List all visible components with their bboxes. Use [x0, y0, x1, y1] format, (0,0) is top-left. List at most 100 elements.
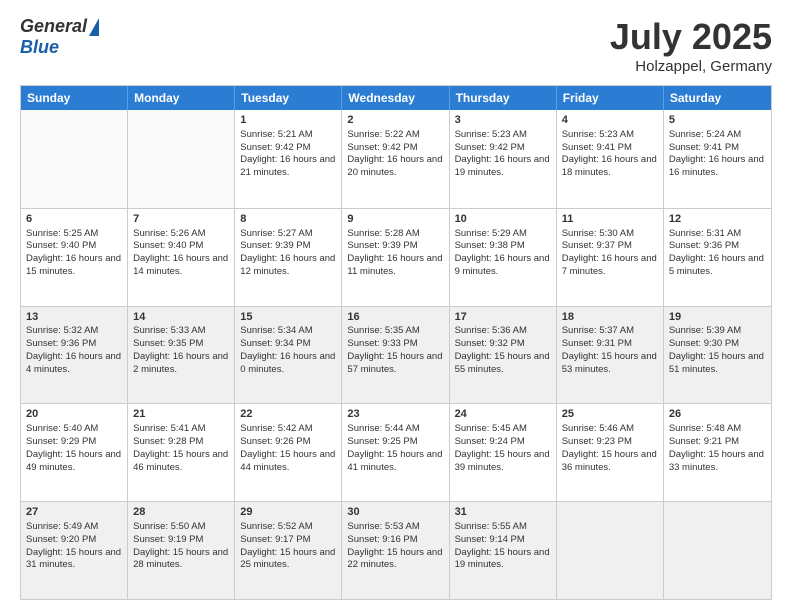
sunset-text: Sunset: 9:16 PM	[347, 534, 417, 545]
day-number: 28	[133, 505, 229, 520]
calendar-week-5: 27Sunrise: 5:49 AM Sunset: 9:20 PM Dayligh…	[21, 501, 771, 599]
sunrise-text: Sunrise: 5:45 AM	[455, 423, 527, 434]
sunset-text: Sunset: 9:31 PM	[562, 338, 632, 349]
daylight-text: Daylight: 16 hours and 11 minutes.	[347, 253, 442, 277]
sunset-text: Sunset: 9:17 PM	[240, 534, 310, 545]
calendar-cell: 5Sunrise: 5:24 AMSunset: 9:41 PMDaylight…	[664, 110, 771, 208]
calendar-cell: 11Sunrise: 5:30 AMSunset: 9:37 PMDayligh…	[557, 209, 664, 306]
calendar-cell: 18Sunrise: 5:37 AMSunset: 9:31 PMDayligh…	[557, 307, 664, 404]
sunset-text: Sunset: 9:40 PM	[26, 240, 96, 251]
day-number: 27	[26, 505, 122, 520]
calendar-cell: 19Sunrise: 5:39 AMSunset: 9:30 PMDayligh…	[664, 307, 771, 404]
sunset-text: Sunset: 9:14 PM	[455, 534, 525, 545]
daylight-text: Daylight: 16 hours and 15 minutes.	[26, 253, 121, 277]
sunset-text: Sunset: 9:20 PM	[26, 534, 96, 545]
sunset-text: Sunset: 9:24 PM	[455, 436, 525, 447]
daylight-text: Daylight: 15 hours and 39 minutes.	[455, 449, 550, 473]
daylight-text: Daylight: 16 hours and 19 minutes.	[455, 154, 550, 178]
day-number: 17	[455, 310, 551, 325]
day-number: 20	[26, 407, 122, 422]
sunrise-text: Sunrise: 5:31 AM	[669, 228, 741, 239]
calendar-cell: 13Sunrise: 5:32 AMSunset: 9:36 PMDayligh…	[21, 307, 128, 404]
sunset-text: Sunset: 9:39 PM	[347, 240, 417, 251]
sunset-text: Sunset: 9:26 PM	[240, 436, 310, 447]
daylight-text: Daylight: 16 hours and 0 minutes.	[240, 351, 335, 375]
calendar-week-2: 6Sunrise: 5:25 AMSunset: 9:40 PMDaylight…	[21, 208, 771, 306]
header: General Blue July 2025 Holzappel, German…	[20, 16, 772, 75]
daylight-text: Daylight: 15 hours and 51 minutes.	[669, 351, 764, 375]
sunrise-text: Sunrise: 5:34 AM	[240, 325, 312, 336]
sunrise-text: Sunrise: 5:22 AM	[347, 129, 419, 140]
sunrise-text: Sunrise: 5:33 AM	[133, 325, 205, 336]
day-number: 14	[133, 310, 229, 325]
sunrise-text: Sunrise: 5:42 AM	[240, 423, 312, 434]
sunset-text: Sunset: 9:30 PM	[669, 338, 739, 349]
sunset-text: Sunset: 9:37 PM	[562, 240, 632, 251]
calendar-cell: 14Sunrise: 5:33 AMSunset: 9:35 PMDayligh…	[128, 307, 235, 404]
calendar-cell	[128, 110, 235, 208]
sunset-text: Sunset: 9:40 PM	[133, 240, 203, 251]
calendar-cell	[664, 502, 771, 599]
day-number: 4	[562, 113, 658, 128]
calendar-cell: 17Sunrise: 5:36 AMSunset: 9:32 PMDayligh…	[450, 307, 557, 404]
daylight-text: Daylight: 16 hours and 7 minutes.	[562, 253, 657, 277]
day-number: 7	[133, 212, 229, 227]
calendar-cell: 15Sunrise: 5:34 AMSunset: 9:34 PMDayligh…	[235, 307, 342, 404]
daylight-text: Daylight: 16 hours and 5 minutes.	[669, 253, 764, 277]
logo-general-text: General	[20, 16, 87, 37]
daylight-text: Daylight: 15 hours and 55 minutes.	[455, 351, 550, 375]
daylight-text: Daylight: 16 hours and 2 minutes.	[133, 351, 228, 375]
calendar: SundayMondayTuesdayWednesdayThursdayFrid…	[20, 85, 772, 600]
sunrise-text: Sunrise: 5:23 AM	[455, 129, 527, 140]
calendar-cell: 16Sunrise: 5:35 AMSunset: 9:33 PMDayligh…	[342, 307, 449, 404]
sunrise-text: Sunrise: 5:26 AM	[133, 228, 205, 239]
day-of-week-friday: Friday	[557, 86, 664, 110]
daylight-text: Daylight: 15 hours and 19 minutes.	[455, 547, 550, 571]
sunset-text: Sunset: 9:42 PM	[347, 142, 417, 153]
sunset-text: Sunset: 9:41 PM	[562, 142, 632, 153]
sunrise-text: Sunrise: 5:44 AM	[347, 423, 419, 434]
calendar-cell: 9Sunrise: 5:28 AMSunset: 9:39 PMDaylight…	[342, 209, 449, 306]
sunrise-text: Sunrise: 5:37 AM	[562, 325, 634, 336]
daylight-text: Daylight: 15 hours and 49 minutes.	[26, 449, 121, 473]
daylight-text: Daylight: 15 hours and 25 minutes.	[240, 547, 335, 571]
calendar-cell: 29Sunrise: 5:52 AM Sunset: 9:17 PM Dayligh…	[235, 502, 342, 599]
day-of-week-tuesday: Tuesday	[235, 86, 342, 110]
day-number: 5	[669, 113, 766, 128]
calendar-cell: 31Sunrise: 5:55 AMSunset: 9:14 PMDayligh…	[450, 502, 557, 599]
daylight-text: Daylight: 16 hours and 14 minutes.	[133, 253, 228, 277]
daylight-text: Daylight: 15 hours and 28 minutes.	[133, 547, 228, 571]
sunrise-text: Sunrise: 5:35 AM	[347, 325, 419, 336]
sunrise-text: Sunrise: 5:32 AM	[26, 325, 98, 336]
day-number: 10	[455, 212, 551, 227]
calendar-cell: 6Sunrise: 5:25 AMSunset: 9:40 PMDaylight…	[21, 209, 128, 306]
logo: General Blue	[20, 16, 99, 58]
daylight-text: Daylight: 16 hours and 21 minutes.	[240, 154, 335, 178]
sunrise-text: Sunrise: 5:52 AM	[240, 521, 312, 532]
calendar-cell	[21, 110, 128, 208]
day-number: 30	[347, 505, 443, 520]
location: Holzappel, Germany	[610, 58, 772, 75]
day-number: 6	[26, 212, 122, 227]
sunset-text: Sunset: 9:33 PM	[347, 338, 417, 349]
sunrise-text: Sunrise: 5:46 AM	[562, 423, 634, 434]
calendar-cell: 2Sunrise: 5:22 AMSunset: 9:42 PMDaylight…	[342, 110, 449, 208]
sunset-text: Sunset: 9:34 PM	[240, 338, 310, 349]
day-of-week-sunday: Sunday	[21, 86, 128, 110]
daylight-text: Daylight: 16 hours and 4 minutes.	[26, 351, 121, 375]
sunrise-text: Sunrise: 5:50 AM	[133, 521, 205, 532]
calendar-cell: 26Sunrise: 5:48 AMSunset: 9:21 PMDayligh…	[664, 404, 771, 501]
daylight-text: Daylight: 15 hours and 44 minutes.	[240, 449, 335, 473]
day-number: 31	[455, 505, 551, 520]
sunrise-text: Sunrise: 5:30 AM	[562, 228, 634, 239]
day-number: 29	[240, 505, 336, 520]
sunrise-text: Sunrise: 5:41 AM	[133, 423, 205, 434]
logo-triangle-icon	[89, 18, 99, 36]
day-number: 16	[347, 310, 443, 325]
day-number: 19	[669, 310, 766, 325]
calendar-cell: 4Sunrise: 5:23 AMSunset: 9:41 PMDaylight…	[557, 110, 664, 208]
sunrise-text: Sunrise: 5:23 AM	[562, 129, 634, 140]
sunset-text: Sunset: 9:39 PM	[240, 240, 310, 251]
sunset-text: Sunset: 9:23 PM	[562, 436, 632, 447]
sunrise-text: Sunrise: 5:49 AM	[26, 521, 98, 532]
